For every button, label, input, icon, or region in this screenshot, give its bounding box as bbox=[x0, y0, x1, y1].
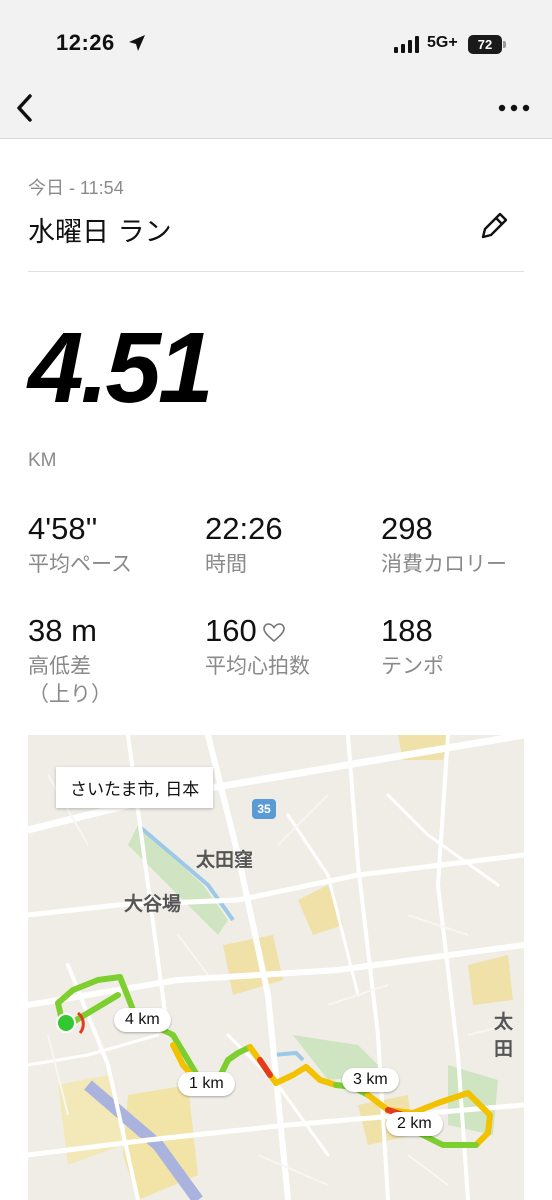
stat-label: 消費カロリー bbox=[381, 552, 507, 576]
map-area-label: 太田 bbox=[494, 1011, 514, 1060]
pencil-icon[interactable] bbox=[476, 208, 512, 244]
chevron-left-icon[interactable] bbox=[8, 88, 48, 128]
stat-label: 時間 bbox=[205, 552, 247, 576]
km-marker: 1 km bbox=[178, 1072, 235, 1096]
activity-date: 今日 - 11:54 bbox=[28, 178, 124, 198]
stat-elevation: 38 m 高低差 （上り） bbox=[28, 615, 112, 709]
stat-label: 平均心拍数 bbox=[205, 654, 310, 678]
location-label: さいたま市, 日本 bbox=[56, 767, 214, 808]
stat-pace: 4'58'' 平均ペース bbox=[28, 513, 132, 578]
stat-label: テンポ bbox=[381, 654, 444, 678]
stat-value: 188 bbox=[381, 613, 433, 648]
nav-bar bbox=[0, 80, 552, 139]
stat-value: 160 bbox=[205, 613, 257, 648]
status-time: 12:26 bbox=[56, 30, 115, 55]
stat-value: 298 bbox=[381, 511, 433, 546]
divider bbox=[28, 271, 524, 272]
stat-label: 平均ペース bbox=[28, 552, 132, 576]
stat-heart-rate: 160 平均心拍数 bbox=[205, 615, 310, 680]
km-marker: 3 km bbox=[342, 1068, 399, 1092]
network-type: 5G+ bbox=[427, 34, 458, 51]
stat-value: 4'58'' bbox=[28, 511, 98, 546]
signal-icon bbox=[394, 36, 419, 53]
location-arrow-icon bbox=[129, 35, 145, 51]
heart-icon bbox=[262, 623, 285, 642]
road-number-badge: 35 bbox=[252, 799, 276, 819]
route-map[interactable]: さいたま市, 日本 太田窪 大谷場 太田 35 4 km 1 km 3 km 2… bbox=[28, 735, 524, 1200]
distance-value: 4.51 bbox=[28, 312, 214, 424]
status-bar: 12:26 5G+ 72 bbox=[0, 0, 552, 80]
stat-duration: 22:26 時間 bbox=[205, 513, 283, 578]
map-area-label: 太田窪 bbox=[196, 849, 254, 871]
stat-cadence: 188 テンポ bbox=[381, 615, 444, 680]
stat-value: 22:26 bbox=[205, 511, 283, 546]
stat-value: 38 m bbox=[28, 613, 97, 648]
map-area-label: 大谷場 bbox=[124, 893, 182, 915]
stat-label: 高低差 （上り） bbox=[28, 654, 112, 707]
km-marker: 2 km bbox=[386, 1112, 443, 1136]
stat-calories: 298 消費カロリー bbox=[381, 513, 507, 578]
distance-unit: KM bbox=[28, 450, 57, 471]
activity-title: 水曜日 ラン bbox=[28, 217, 172, 248]
km-marker: 4 km bbox=[114, 1008, 171, 1032]
battery-tip bbox=[503, 41, 506, 48]
ellipsis-icon[interactable] bbox=[492, 90, 536, 126]
battery-icon: 72 bbox=[468, 35, 502, 54]
